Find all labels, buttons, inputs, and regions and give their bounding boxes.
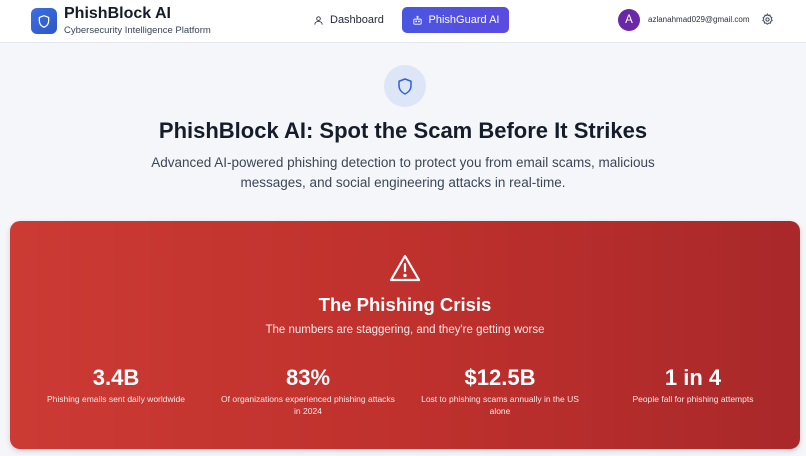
- nav-phishguard-label: PhishGuard AI: [428, 14, 500, 26]
- brand-logo[interactable]: [31, 8, 57, 34]
- crisis-subtitle: The numbers are staggering, and they're …: [265, 324, 545, 336]
- stat-card: 83% Of organizations experienced phishin…: [213, 363, 403, 417]
- crisis-title: The Phishing Crisis: [318, 294, 492, 315]
- brand-subtitle: Cybersecurity Intelligence Platform: [64, 25, 211, 36]
- gear-icon[interactable]: [761, 13, 774, 26]
- avatar[interactable]: A: [618, 9, 640, 31]
- stat-value: 83%: [285, 365, 331, 390]
- shield-icon: [398, 77, 412, 95]
- nav-dashboard-link[interactable]: Dashboard: [305, 9, 392, 31]
- stat-card: 1 in 4 People fall for phishing attempts: [598, 363, 788, 405]
- user-email: azlanahmad029@gmail.com: [648, 15, 750, 24]
- stat-value: 1 in 4: [664, 365, 722, 390]
- stat-card: 3.4B Phishing emails sent daily worldwid…: [21, 363, 211, 405]
- stat-label: Phishing emails sent daily worldwide: [47, 394, 185, 404]
- warning-triangle-icon: [389, 254, 421, 282]
- top-navbar: PhishBlock AI Cybersecurity Intelligence…: [0, 0, 806, 43]
- bot-icon: [412, 15, 422, 25]
- stat-label: Of organizations experienced phishing at…: [221, 394, 395, 416]
- shield-icon: [38, 14, 50, 28]
- hero-shield-badge: [384, 65, 426, 107]
- user-icon: [314, 15, 323, 25]
- hero-title: PhishBlock AI: Spot the Scam Before It S…: [158, 118, 648, 143]
- hero-subtitle: Advanced AI-powered phishing detection t…: [151, 155, 655, 190]
- nav-phishguard-button[interactable]: PhishGuard AI: [402, 7, 509, 33]
- stat-card: $12.5B Lost to phishing scams annually i…: [405, 363, 595, 417]
- stat-label: Lost to phishing scams annually in the U…: [421, 394, 579, 416]
- stat-value: $12.5B: [464, 365, 536, 390]
- phishing-crisis-panel: The Phishing Crisis The numbers are stag…: [10, 221, 800, 449]
- stat-value: 3.4B: [92, 365, 140, 390]
- stat-label: People fall for phishing attempts: [632, 394, 754, 404]
- nav-dashboard-label: Dashboard: [330, 14, 384, 26]
- brand-title: PhishBlock AI: [64, 5, 171, 22]
